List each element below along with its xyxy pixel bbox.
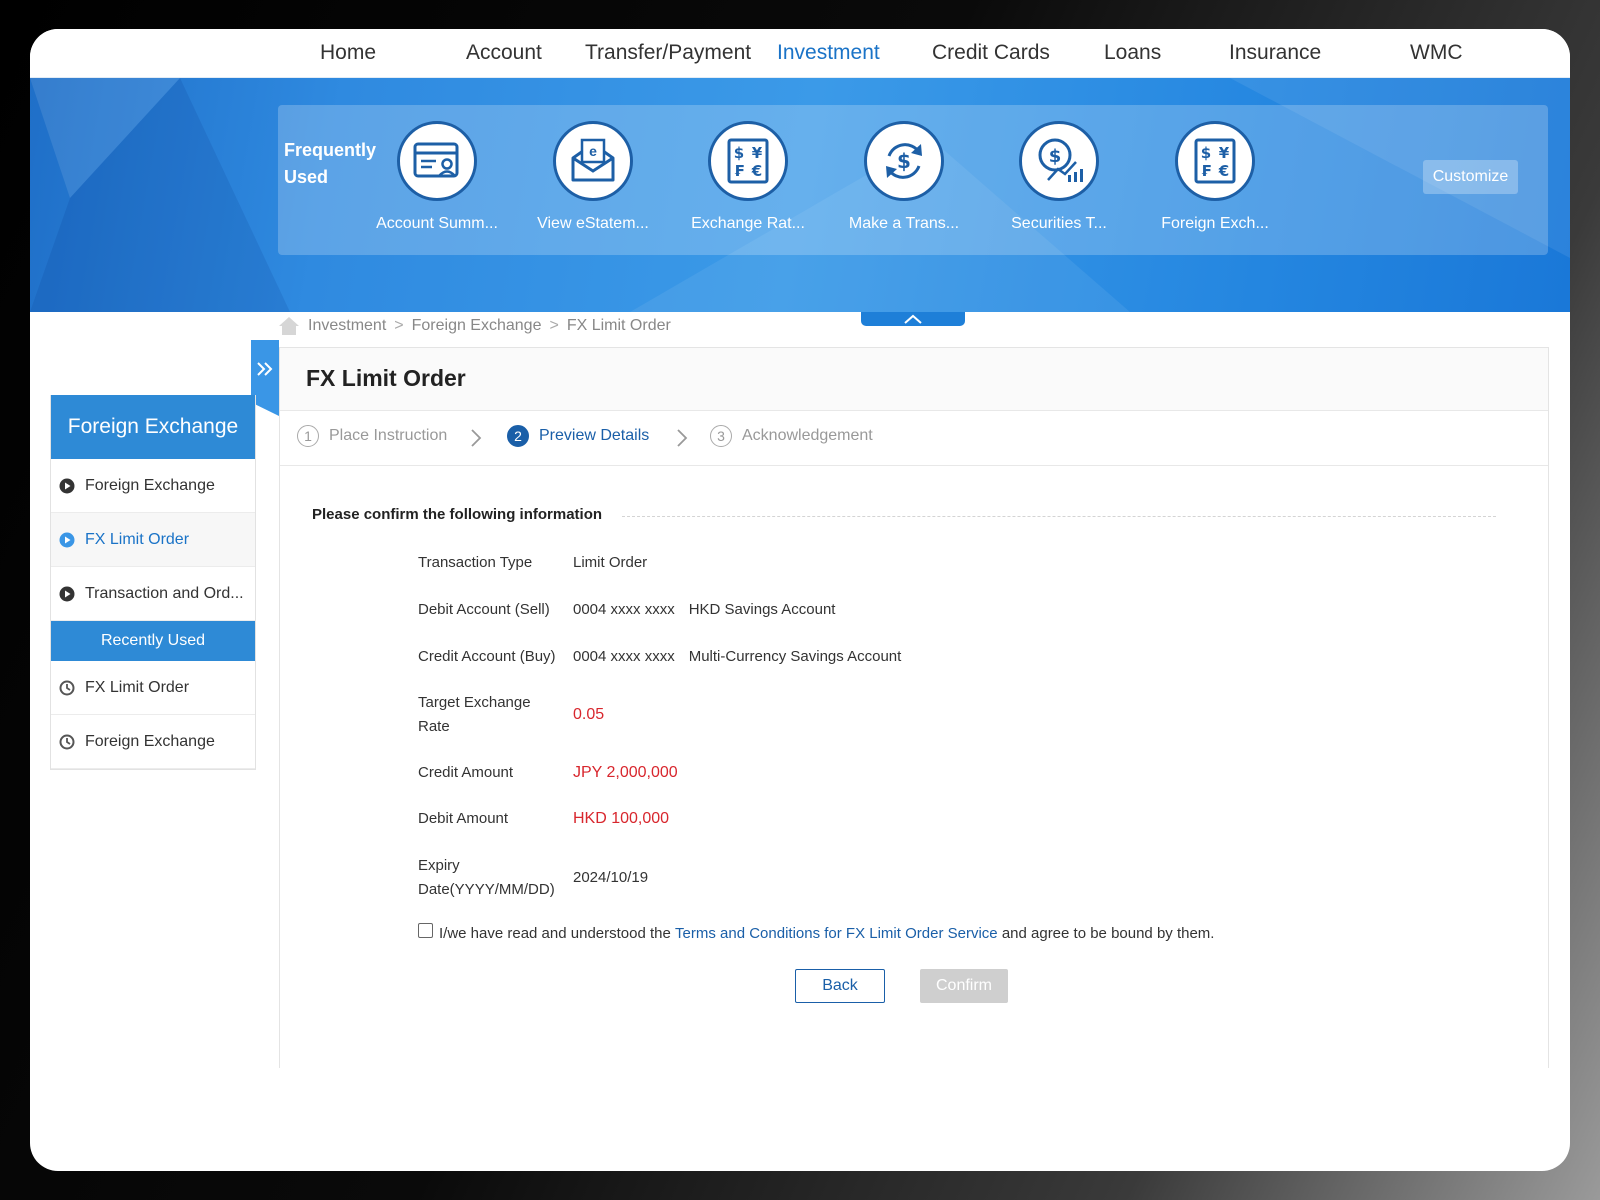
shortcut-view-estatement[interactable]: e View eStatem... [518, 121, 668, 233]
nav-credit-cards[interactable]: Credit Cards [932, 41, 1050, 65]
shortcut-securities-trading[interactable]: $ Securities T... [984, 121, 1134, 233]
svg-text:¥: ¥ [752, 144, 763, 162]
recent-item-foreign-exchange[interactable]: Foreign Exchange [51, 715, 255, 769]
svg-text:₣: ₣ [734, 162, 744, 180]
shortcut-foreign-exchange[interactable]: $ ¥ ₣ € Foreign Exch... [1140, 121, 1290, 233]
debit-amount-value: HKD 100,000 [573, 810, 670, 827]
shortcut-label: Foreign Exch... [1161, 215, 1269, 232]
section-divider [622, 516, 1496, 517]
sidebar-item-fx-limit-order[interactable]: FX Limit Order [51, 513, 255, 567]
shortcut-exchange-rate[interactable]: $ ¥ ₣ € Exchange Rat... [673, 121, 823, 233]
target-exchange-rate-value: 0.05 [573, 706, 605, 723]
step-place-instruction: 1 Place Instruction [297, 425, 447, 447]
double-chevron-right-icon [257, 362, 273, 376]
terms-link[interactable]: Terms and Conditions for FX Limit Order … [675, 925, 998, 942]
shortcut-label: View eStatem... [537, 215, 649, 232]
exchange-rate-icon: $ ¥ ₣ € [727, 138, 769, 184]
foreign-exchange-icon: $ ¥ ₣ € [1194, 138, 1236, 184]
nav-loans[interactable]: Loans [1104, 41, 1161, 65]
recently-used-title: Recently Used [51, 621, 255, 661]
customize-button[interactable]: Customize [1423, 160, 1518, 194]
nav-home[interactable]: Home [320, 41, 376, 65]
back-button[interactable]: Back [795, 969, 885, 1003]
page-title: FX Limit Order [306, 365, 466, 391]
nav-investment[interactable]: Investment [777, 41, 880, 65]
svg-text:€: € [1218, 162, 1229, 180]
credit-amount-value: JPY 2,000,000 [573, 764, 678, 781]
svg-text:e: e [589, 143, 597, 159]
shortcut-label: Securities T... [1011, 215, 1107, 232]
breadcrumb: Investment > Foreign Exchange > FX Limit… [278, 316, 671, 336]
nav-account[interactable]: Account [466, 41, 542, 65]
svg-text:¥: ¥ [1219, 144, 1230, 162]
estatement-icon: e [571, 138, 615, 182]
shortcut-make-transfer[interactable]: $ Make a Trans... [829, 121, 979, 233]
browser-screen: Home Account Transfer/Payment Investment… [30, 29, 1570, 1171]
transfer-icon: $ [886, 143, 922, 179]
step-preview-details: 2 Preview Details [507, 425, 649, 447]
expiry-date-value: 2024/10/19 [573, 869, 649, 886]
frequently-used-panel: Frequently Used Account Summ... e View e… [278, 105, 1548, 255]
shortcut-account-summary[interactable]: Account Summ... [362, 121, 512, 233]
section-title: Please confirm the following information [312, 506, 603, 523]
play-circle-icon [59, 586, 75, 601]
breadcrumb-investment[interactable]: Investment [308, 317, 386, 335]
sidebar: Foreign Exchange Foreign Exchange FX Lim… [50, 395, 256, 770]
svg-text:$: $ [734, 144, 744, 162]
chevron-up-icon [904, 314, 922, 324]
breadcrumb-separator: > [394, 317, 404, 334]
nav-insurance[interactable]: Insurance [1229, 41, 1321, 65]
step-chevron-icon [677, 429, 688, 447]
shortcut-label: Exchange Rat... [691, 215, 805, 232]
account-summary-icon [413, 142, 459, 178]
svg-text:₣: ₣ [1201, 162, 1211, 180]
home-icon[interactable] [278, 316, 300, 336]
sidebar-item-transaction-order[interactable]: Transaction and Ord... [51, 567, 255, 621]
svg-text:$: $ [1049, 146, 1062, 167]
clock-icon [59, 734, 75, 749]
svg-text:$: $ [1201, 144, 1211, 162]
breadcrumb-fx-limit-order: FX Limit Order [566, 317, 671, 334]
top-nav: Home Account Transfer/Payment Investment… [30, 29, 1570, 79]
step-chevron-icon [471, 429, 482, 447]
nav-transfer-payment[interactable]: Transfer/Payment [585, 41, 751, 65]
sidebar-item-foreign-exchange[interactable]: Foreign Exchange [51, 459, 255, 513]
terms-agreement: I/we have read and understood the Terms … [418, 923, 1214, 942]
recent-item-fx-limit-order[interactable]: FX Limit Order [51, 661, 255, 715]
breadcrumb-separator: > [549, 317, 559, 334]
credit-account-name: Multi-Currency Savings Account [688, 648, 902, 665]
debit-account-name: HKD Savings Account [688, 601, 836, 618]
sidebar-title: Foreign Exchange [51, 395, 255, 459]
terms-checkbox[interactable] [418, 923, 433, 938]
svg-text:$: $ [897, 149, 911, 173]
frequently-used-banner: Frequently Used Account Summ... e View e… [30, 78, 1570, 312]
progress-steps: 1 Place Instruction 2 Preview Details 3 … [280, 411, 1548, 466]
confirm-button[interactable]: Confirm [920, 969, 1008, 1003]
debit-account-number: 0004 xxxx xxxx [573, 601, 675, 618]
play-circle-icon [59, 532, 75, 547]
securities-icon: $ [1038, 138, 1083, 182]
credit-account-number: 0004 xxxx xxxx [573, 648, 675, 665]
title-bar: FX Limit Order [280, 348, 1548, 411]
nav-wmc[interactable]: WMC [1410, 41, 1462, 65]
shortcut-label: Account Summ... [376, 215, 498, 232]
play-circle-icon [59, 478, 75, 493]
breadcrumb-foreign-exchange[interactable]: Foreign Exchange [412, 317, 542, 335]
main-panel: FX Limit Order 1 Place Instruction 2 Pre… [279, 347, 1549, 1068]
step-acknowledgement: 3 Acknowledgement [710, 425, 873, 447]
svg-text:€: € [751, 162, 762, 180]
clock-icon [59, 680, 75, 695]
collapse-banner-tab[interactable] [861, 312, 965, 326]
shortcut-label: Make a Trans... [848, 215, 960, 232]
